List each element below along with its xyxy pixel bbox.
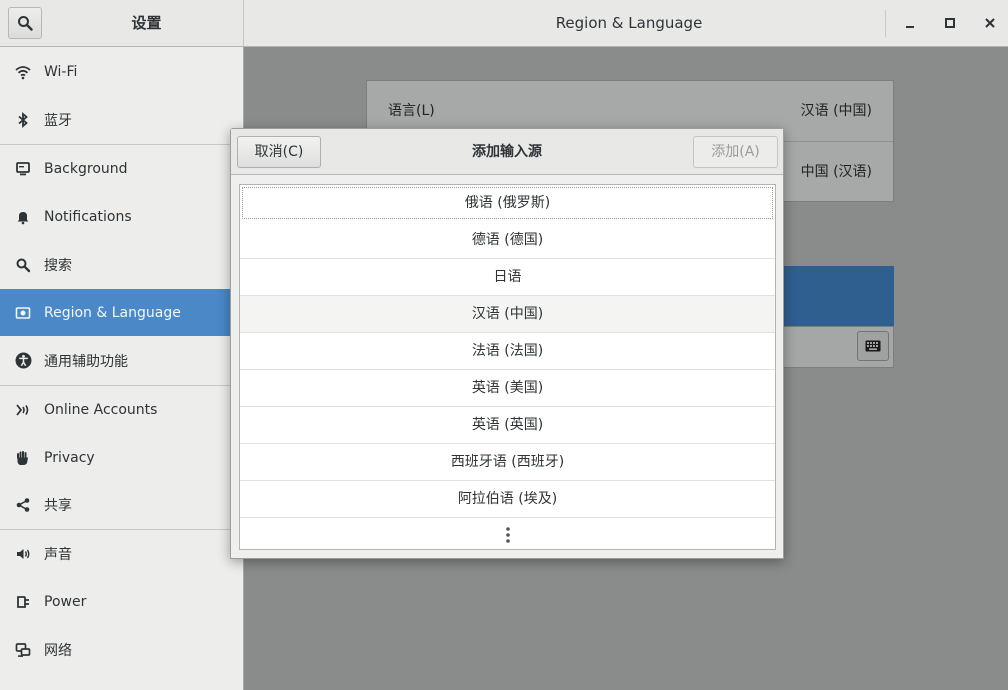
sidebar-item-wifi[interactable]: Wi-Fi	[0, 48, 243, 95]
sidebar-item-label: 声音	[44, 546, 72, 563]
sidebar-item-background[interactable]: Background	[0, 145, 243, 192]
formats-value: 中国 (汉语)	[800, 164, 872, 180]
sidebar-item-power[interactable]: Power	[0, 578, 243, 625]
list-item[interactable]: 德语 (德国)	[240, 222, 775, 259]
sidebar-item-notifications[interactable]: Notifications	[0, 193, 243, 240]
list-item[interactable]: 阿拉伯语 (埃及)	[240, 481, 775, 518]
sidebar-item-label: 搜索	[44, 257, 72, 274]
sidebar-title: 设置	[131, 14, 162, 32]
sidebar-item-sharing[interactable]: 共享	[0, 481, 243, 528]
bluetooth-icon	[14, 111, 32, 129]
network-icon	[14, 641, 32, 659]
maximize-icon	[945, 18, 955, 28]
sidebar-item-label: Privacy	[44, 449, 95, 466]
list-item[interactable]: 英语 (美国)	[240, 370, 775, 407]
add-button[interactable]: 添加(A)	[693, 136, 778, 168]
page-title: Region & Language	[555, 14, 703, 32]
share-icon	[14, 496, 32, 514]
header-separator	[885, 10, 886, 37]
sidebar-item-label: 蓝牙	[44, 112, 72, 129]
sidebar-header: 设置	[0, 0, 244, 46]
sidebar: Wi-Fi 蓝牙 Background Notifications 搜索 Reg…	[0, 47, 244, 690]
keyboard-icon	[865, 340, 881, 352]
bell-icon	[14, 208, 32, 226]
minimize-icon	[906, 26, 914, 28]
search-button[interactable]	[8, 7, 42, 39]
language-value: 汉语 (中国)	[800, 103, 872, 119]
sidebar-item-label: 共享	[44, 497, 72, 514]
sidebar-item-label: Background	[44, 160, 128, 177]
close-button[interactable]	[975, 8, 1005, 38]
add-input-source-dialog: 取消(C) 添加输入源 添加(A) 俄语 (俄罗斯) 德语 (德国) 日语 汉语…	[230, 128, 784, 559]
cancel-button[interactable]: 取消(C)	[237, 136, 321, 168]
close-icon	[985, 18, 995, 28]
hand-icon	[14, 449, 32, 467]
sidebar-item-label: Notifications	[44, 208, 132, 225]
sidebar-item-label: 网络	[44, 642, 72, 659]
sidebar-item-label: Wi-Fi	[44, 63, 78, 80]
keyboard-layout-button[interactable]	[857, 331, 889, 361]
sidebar-item-region-language[interactable]: Region & Language	[0, 289, 243, 336]
sidebar-item-network[interactable]: 网络	[0, 626, 243, 673]
sidebar-item-label: Online Accounts	[44, 401, 158, 418]
sidebar-item-label: 通用辅助功能	[44, 353, 128, 370]
search-icon	[14, 256, 32, 274]
sidebar-item-online-accounts[interactable]: Online Accounts	[0, 386, 243, 433]
sidebar-item-label: Power	[44, 593, 87, 610]
sidebar-item-bluetooth[interactable]: 蓝牙	[0, 96, 243, 143]
language-list: 俄语 (俄罗斯) 德语 (德国) 日语 汉语 (中国) 法语 (法国) 英语 (…	[239, 184, 776, 550]
speaker-icon	[14, 545, 32, 563]
list-item[interactable]: 英语 (英国)	[240, 407, 775, 444]
search-icon	[18, 16, 33, 31]
list-item[interactable]: 俄语 (俄罗斯)	[242, 187, 773, 219]
sidebar-item-accessibility[interactable]: 通用辅助功能	[0, 337, 243, 384]
more-languages-row[interactable]	[240, 518, 775, 549]
wifi-icon	[14, 63, 32, 81]
more-vertical-icon	[505, 526, 510, 543]
sidebar-item-privacy[interactable]: Privacy	[0, 434, 243, 481]
online-accounts-icon	[14, 401, 32, 419]
sidebar-item-label: Region & Language	[44, 304, 181, 321]
list-item[interactable]: 西班牙语 (西班牙)	[240, 444, 775, 481]
list-item[interactable]: 法语 (法国)	[240, 333, 775, 370]
maximize-button[interactable]	[935, 8, 965, 38]
minimize-button[interactable]	[895, 8, 925, 38]
list-item[interactable]: 日语	[240, 259, 775, 296]
header-bar: 设置 Region & Language	[0, 0, 1008, 47]
dialog-header: 取消(C) 添加输入源 添加(A)	[231, 129, 783, 175]
list-item[interactable]: 汉语 (中国)	[240, 296, 775, 333]
accessibility-icon	[14, 352, 32, 370]
sidebar-item-search[interactable]: 搜索	[0, 241, 243, 288]
monitor-icon	[14, 160, 32, 178]
sidebar-item-sound[interactable]: 声音	[0, 530, 243, 577]
power-plug-icon	[14, 593, 32, 611]
region-flag-icon	[14, 304, 32, 322]
